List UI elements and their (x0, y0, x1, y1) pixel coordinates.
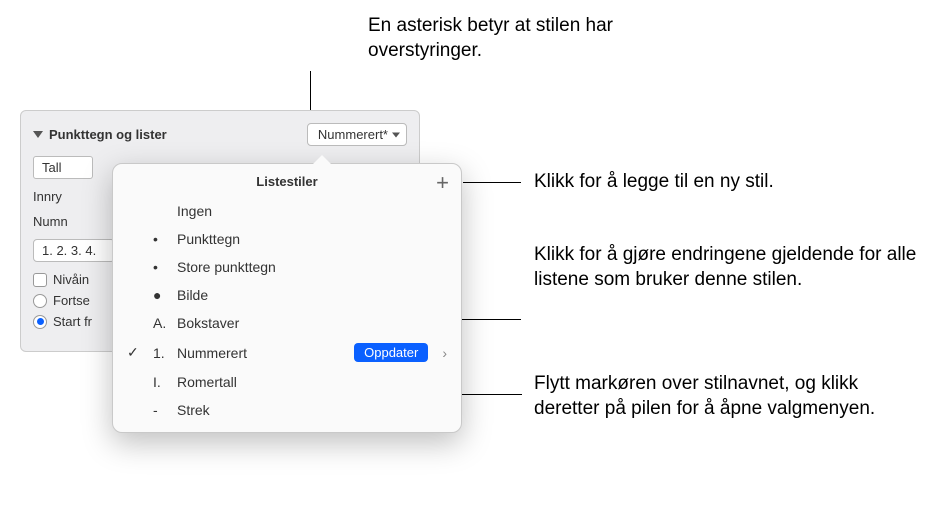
style-label: Strek (177, 402, 210, 418)
level-label: Nivåin (53, 272, 89, 287)
checkmark-icon: ✓ (127, 344, 139, 361)
style-item-none[interactable]: Ingen (113, 197, 461, 225)
callout-update: Klikk for å gjøre endringene gjeldende f… (534, 243, 934, 292)
style-label: Nummerert (177, 345, 247, 361)
callout-arrow: Flytt markøren over stilnavnet, og klikk… (534, 372, 894, 421)
start-from-label: Start fr (53, 314, 92, 329)
style-label: Bilde (177, 287, 208, 303)
style-item-image[interactable]: ● Bilde (113, 281, 461, 309)
style-item-large-bullet[interactable]: • Store punkttegn (113, 253, 461, 281)
indent-label: Innry (33, 189, 62, 204)
popover-title-text: Listestiler (256, 174, 317, 189)
hierarchy-dropdown[interactable]: 1. 2. 3. 4. (33, 239, 115, 262)
start-from-radio[interactable] (33, 315, 47, 329)
style-list: Ingen • Punkttegn • Store punkttegn ● Bi… (113, 197, 461, 424)
list-styles-popover: Listestiler + Ingen • Punkttegn • Store … (112, 163, 462, 433)
style-item-dash[interactable]: - Strek (113, 396, 461, 424)
style-label: Bokstaver (177, 315, 239, 331)
style-item-letters[interactable]: A. Bokstaver (113, 309, 461, 337)
level-checkbox[interactable] (33, 273, 47, 287)
callout-add: Klikk for å legge til en ny stil. (534, 170, 774, 195)
callout-line (458, 394, 522, 395)
style-label: Romertall (177, 374, 237, 390)
style-prefix: - (153, 402, 177, 418)
numbers-label: Numn (33, 214, 68, 229)
continue-radio[interactable] (33, 294, 47, 308)
panel-title: Punkttegn og lister (49, 127, 167, 142)
style-prefix: A. (153, 315, 177, 331)
style-label: Store punkttegn (177, 259, 276, 275)
style-item-bullet[interactable]: • Punkttegn (113, 225, 461, 253)
disclosure-triangle-icon[interactable] (33, 131, 43, 138)
style-item-roman[interactable]: I. Romertall (113, 368, 461, 396)
callout-asterisk: En asterisk betyr at stilen har overstyr… (368, 14, 688, 63)
style-prefix: 1. (153, 345, 177, 361)
update-style-button[interactable]: Oppdater (354, 343, 428, 362)
bullet-icon: • (153, 259, 177, 275)
chevron-right-icon[interactable]: › (442, 345, 447, 361)
image-bullet-icon: ● (153, 287, 177, 303)
list-style-dropdown[interactable]: Nummerert* (307, 123, 407, 146)
number-format-select[interactable]: Tall (33, 156, 93, 179)
add-style-button[interactable]: + (436, 172, 449, 194)
panel-header: Punkttegn og lister Nummerert* (33, 123, 407, 146)
style-item-numbered[interactable]: ✓ 1. Nummerert Oppdater › (113, 337, 461, 368)
callout-line (463, 182, 521, 183)
continue-label: Fortse (53, 293, 90, 308)
style-prefix: I. (153, 374, 177, 390)
style-label: Ingen (177, 203, 212, 219)
style-label: Punkttegn (177, 231, 240, 247)
popover-title: Listestiler + (113, 164, 461, 197)
bullet-icon: • (153, 231, 177, 247)
